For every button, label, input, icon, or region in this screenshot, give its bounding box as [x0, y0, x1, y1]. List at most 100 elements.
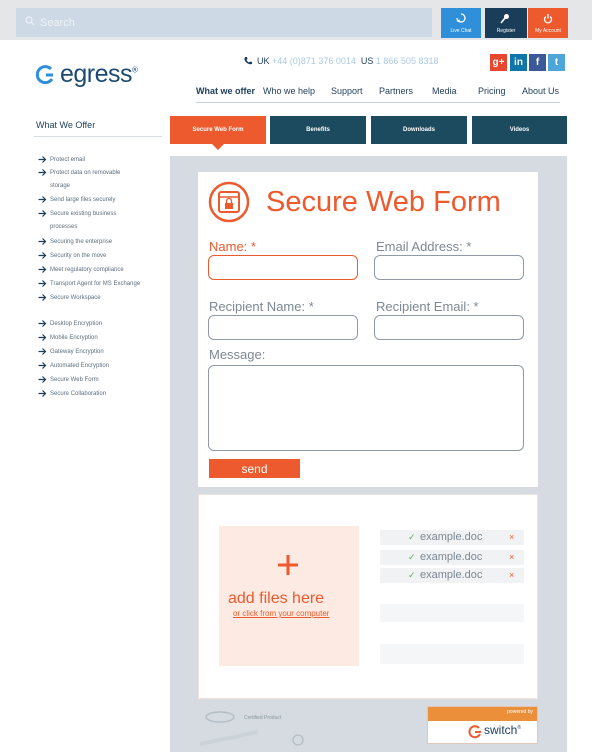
arrow-right-icon	[38, 280, 47, 287]
sidebar-item[interactable]: Gateway Encryption	[38, 346, 104, 359]
file-name: example.doc	[420, 569, 483, 581]
sidebar-item-label: Mobile Encryption	[50, 335, 98, 341]
check-icon: ✓	[408, 552, 416, 562]
sidebar-item-label: Security on the move	[50, 253, 107, 259]
twitter-icon[interactable]: t	[548, 54, 565, 71]
sidebar-title: What We Offer	[36, 120, 96, 130]
phone-uk-number[interactable]: +44 (0)871 376 0014	[272, 56, 356, 66]
live-chat-label: Live Chat	[450, 28, 472, 34]
plus-icon	[278, 555, 298, 575]
form-title: Secure Web Form	[266, 186, 501, 218]
send-button[interactable]: send	[209, 459, 300, 478]
sidebar-item-label: Securing the enterprise	[50, 239, 113, 245]
nav-what-we-offer[interactable]: What we offer	[196, 86, 255, 96]
sidebar-item[interactable]: Secure existing business	[38, 208, 116, 221]
nav-media[interactable]: Media	[432, 86, 457, 96]
register-button[interactable]: Register	[485, 8, 527, 38]
nav-partners[interactable]: Partners	[379, 86, 413, 96]
register-label: Register	[496, 28, 516, 34]
sidebar-item-label: Secure Workspace	[50, 295, 101, 301]
sidebar-item[interactable]: Protect data on removable	[38, 167, 120, 180]
key-icon	[500, 14, 509, 24]
tab-secure-web-form[interactable]: Secure Web Form	[170, 116, 266, 150]
sidebar-item[interactable]: Secure Workspace	[38, 292, 101, 305]
browse-files-link[interactable]: or click from your computer	[233, 609, 329, 618]
add-files-text: add files here	[228, 590, 325, 607]
sidebar-item[interactable]: Secure Collaboration	[38, 388, 106, 401]
switch-logo-icon	[468, 725, 481, 739]
egress-logo[interactable]: egress®	[34, 60, 138, 89]
arrow-right-icon	[38, 196, 47, 203]
sidebar-item[interactable]: Desktop Encryption	[38, 318, 102, 331]
recipient-email-field[interactable]	[374, 315, 524, 340]
tab-benefits[interactable]: Benefits	[270, 116, 366, 144]
sidebar-item[interactable]: Automated Encryption	[38, 360, 109, 373]
nav-pricing[interactable]: Pricing	[478, 86, 506, 96]
file-row: ✓ example.doc ×	[380, 530, 524, 545]
sidebar-item[interactable]: Mobile Encryption	[38, 332, 98, 345]
my-account-button[interactable]: My Account	[528, 8, 568, 38]
logo-text: egress®	[60, 60, 138, 89]
name-field[interactable]	[208, 255, 358, 280]
certification-logo	[200, 711, 304, 746]
phone-us-number[interactable]: 1 866 505 8318	[376, 56, 439, 66]
arrow-right-icon	[38, 348, 47, 355]
arrow-right-icon	[38, 294, 47, 301]
remove-file-icon[interactable]: ×	[509, 530, 514, 545]
arrow-right-icon	[38, 252, 47, 259]
sidebar-item-label: Secure Collaboration	[50, 391, 107, 397]
sidebar-item[interactable]: Meet regulatory compliance	[38, 264, 124, 277]
sidebar-item[interactable]: Transport Agent for MS Exchange	[38, 278, 140, 291]
sidebar-item-label: Transport Agent for MS Exchange	[50, 281, 141, 287]
name-label: Name: *	[209, 239, 256, 254]
remove-file-icon[interactable]: ×	[509, 568, 514, 583]
empty-file-slot	[380, 644, 524, 664]
phone-uk-label: UK	[257, 56, 270, 66]
search-placeholder: Search	[40, 16, 75, 29]
switch-wordmark: switch®	[484, 723, 521, 737]
arrow-right-icon	[38, 169, 47, 176]
sidebar-item-label: Gateway Encryption	[50, 349, 104, 355]
sidebar-item-label: Protect email	[50, 157, 86, 163]
arrow-right-icon	[38, 238, 47, 245]
powered-by-switch-badge[interactable]: powered by switch®	[427, 706, 538, 744]
sidebar-item-label: Meet regulatory compliance	[50, 267, 124, 273]
file-name: example.doc	[420, 531, 483, 543]
googleplus-icon[interactable]: g+	[490, 54, 507, 71]
sidebar-item[interactable]: Send large files securely	[38, 194, 115, 207]
file-row: ✓ example.doc ×	[380, 550, 524, 565]
arrow-right-icon	[38, 156, 47, 163]
arrow-right-icon	[38, 266, 47, 273]
nav-who-we-help[interactable]: Who we help	[263, 86, 315, 96]
remove-file-icon[interactable]: ×	[509, 550, 514, 565]
live-chat-button[interactable]: Live Chat	[441, 8, 481, 38]
tab-downloads[interactable]: Downloads	[371, 116, 467, 144]
sidebar-item-label: Secure Web Form	[50, 377, 99, 383]
chat-icon	[456, 13, 466, 23]
message-field[interactable]	[208, 365, 524, 451]
sidebar-item-label: storage	[50, 183, 71, 189]
facebook-icon[interactable]: f	[529, 54, 546, 71]
arrow-right-icon	[38, 376, 47, 383]
recipient-name-field[interactable]	[208, 315, 358, 340]
phone-numbers: UK +44 (0)871 376 0014 US 1 866 505 8318	[257, 56, 438, 66]
switch-text: switch	[484, 723, 518, 737]
recipient-name-label: Recipient Name: *	[209, 299, 314, 314]
sidebar-item-label: Desktop Encryption	[50, 321, 103, 327]
sidebar-item[interactable]: Security on the move	[38, 250, 106, 263]
sidebar-item-continued[interactable]: processes	[38, 221, 77, 234]
nav-support[interactable]: Support	[331, 86, 363, 96]
sidebar-item[interactable]: Secure Web Form	[38, 374, 99, 387]
linkedin-icon[interactable]: in	[510, 54, 527, 71]
file-row: ✓ example.doc ×	[380, 568, 524, 583]
secure-form-icon	[208, 181, 250, 223]
sidebar-item[interactable]: Securing the enterprise	[38, 236, 112, 249]
tab-videos[interactable]: Videos	[472, 116, 567, 144]
search-input[interactable]: Search	[16, 8, 432, 37]
nav-about-us[interactable]: About Us	[522, 86, 559, 96]
sidebar-item[interactable]: Protect email	[38, 154, 85, 167]
check-icon: ✓	[408, 570, 416, 580]
email-field[interactable]	[374, 255, 524, 280]
arrow-right-icon	[38, 334, 47, 341]
sidebar-item-continued[interactable]: storage	[38, 180, 70, 193]
